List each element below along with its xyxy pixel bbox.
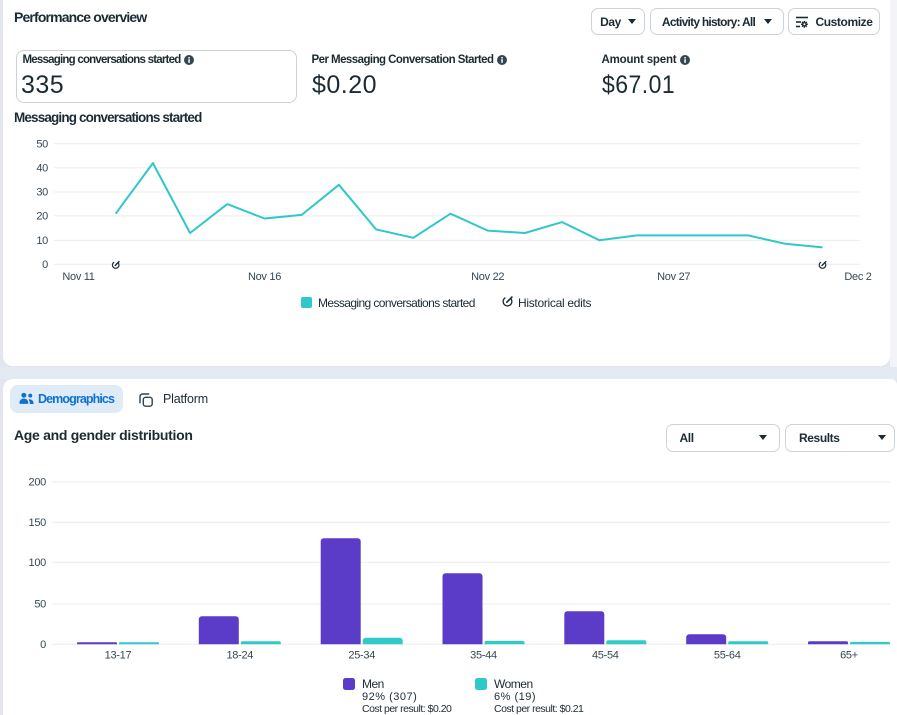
svg-text:Nov 11: Nov 11 bbox=[62, 271, 94, 283]
svg-text:0: 0 bbox=[40, 639, 46, 651]
svg-text:150: 150 bbox=[29, 517, 47, 529]
svg-text:65+: 65+ bbox=[840, 650, 858, 662]
svg-text:20: 20 bbox=[36, 211, 48, 223]
svg-text:10: 10 bbox=[36, 235, 48, 247]
svg-text:Dec 2: Dec 2 bbox=[844, 271, 871, 283]
svg-text:55-64: 55-64 bbox=[714, 650, 741, 662]
svg-text:25-34: 25-34 bbox=[348, 650, 375, 662]
svg-text:Nov 16: Nov 16 bbox=[248, 271, 281, 283]
svg-text:Nov 27: Nov 27 bbox=[657, 271, 690, 283]
svg-text:13-17: 13-17 bbox=[105, 650, 132, 662]
svg-text:50: 50 bbox=[36, 139, 48, 151]
svg-text:45-54: 45-54 bbox=[592, 650, 619, 662]
svg-text:200: 200 bbox=[29, 477, 47, 489]
svg-text:50: 50 bbox=[34, 599, 46, 611]
svg-text:100: 100 bbox=[29, 557, 47, 569]
svg-text:30: 30 bbox=[36, 187, 48, 199]
svg-text:35-44: 35-44 bbox=[470, 650, 497, 662]
svg-text:18-24: 18-24 bbox=[226, 650, 253, 662]
svg-text:40: 40 bbox=[36, 163, 48, 175]
svg-text:0: 0 bbox=[42, 259, 48, 271]
svg-text:Nov 22: Nov 22 bbox=[471, 271, 504, 283]
